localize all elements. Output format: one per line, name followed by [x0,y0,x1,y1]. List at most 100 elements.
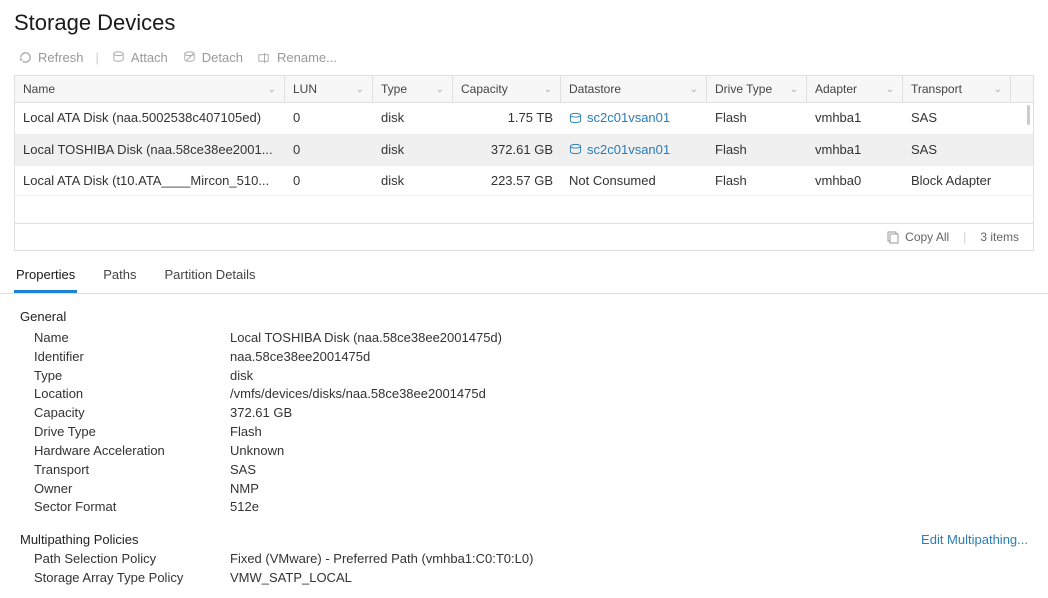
col-header-transport[interactable]: Transport⌄ [903,76,1011,102]
col-header-type[interactable]: Type⌄ [373,76,453,102]
cell-capacity: 223.57 GB [453,166,561,195]
datastore-icon [569,112,582,124]
cell-spacer [1011,135,1033,166]
label-transport: Transport [20,461,230,480]
table-row[interactable]: Local TOSHIBA Disk (naa.58ce38ee2001...0… [15,135,1033,167]
value-owner: NMP [230,480,259,499]
cell-datastore: sc2c01vsan01 [561,135,707,166]
cell-datastore: Not Consumed [561,166,707,195]
copy-icon [886,230,900,244]
col-header-adapter[interactable]: Adapter⌄ [807,76,903,102]
item-count: 3 items [980,230,1019,244]
cell-type: disk [373,103,453,134]
rename-icon [257,50,272,65]
separator: | [96,50,99,65]
tab-paths[interactable]: Paths [101,259,138,293]
table-footer: Copy All | 3 items [14,224,1034,251]
chevron-down-icon: ⌄ [356,84,364,95]
table-row[interactable]: Local ATA Disk (t10.ATA____Mircon_510...… [15,166,1033,196]
cell-lun: 0 [285,166,373,195]
detach-icon [182,50,197,65]
value-capacity: 372.61 GB [230,404,292,423]
cell-adapter: vmhba0 [807,166,903,195]
detach-button[interactable]: Detach [178,48,247,67]
value-hw-accel: Unknown [230,442,284,461]
value-location: /vmfs/devices/disks/naa.58ce38ee2001475d [230,385,486,404]
rename-label: Rename... [277,50,337,65]
cell-lun: 0 [285,103,373,134]
cell-datastore: sc2c01vsan01 [561,103,707,134]
value-psp: Fixed (VMware) - Preferred Path (vmhba1:… [230,550,533,569]
attach-icon [111,50,126,65]
value-drive-type: Flash [230,423,262,442]
multipathing-section-title: Multipathing Policies [20,531,139,550]
cell-drive-type: Flash [707,166,807,195]
chevron-down-icon: ⌄ [690,84,698,95]
cell-drive-type: Flash [707,103,807,134]
cell-type: disk [373,166,453,195]
general-section-title: General [20,308,1028,327]
datastore-label: sc2c01vsan01 [587,110,670,125]
cell-name: Local ATA Disk (naa.5002538c407105ed) [15,103,285,134]
label-type: Type [20,367,230,386]
cell-adapter: vmhba1 [807,135,903,166]
cell-capacity: 372.61 GB [453,135,561,166]
attach-label: Attach [131,50,168,65]
value-satp: VMW_SATP_LOCAL [230,569,352,588]
chevron-down-icon: ⌄ [790,84,798,95]
cell-capacity: 1.75 TB [453,103,561,134]
table-row[interactable]: Local ATA Disk (naa.5002538c407105ed)0di… [15,103,1033,135]
value-type: disk [230,367,253,386]
cell-transport: SAS [903,135,1011,166]
chevron-down-icon: ⌄ [544,84,552,95]
value-sector-format: 512e [230,498,259,517]
label-capacity: Capacity [20,404,230,423]
tab-properties[interactable]: Properties [14,259,77,293]
cell-lun: 0 [285,135,373,166]
chevron-down-icon: ⌄ [268,84,276,95]
refresh-button[interactable]: Refresh [14,48,88,67]
refresh-label: Refresh [38,50,84,65]
datastore-link[interactable]: sc2c01vsan01 [569,142,670,157]
separator: | [963,230,966,244]
label-sector-format: Sector Format [20,498,230,517]
toolbar: Refresh | Attach Detach Rename... [0,44,1048,75]
tab-partition-details[interactable]: Partition Details [163,259,258,293]
label-location: Location [20,385,230,404]
datastore-label: Not Consumed [569,173,656,188]
label-psp: Path Selection Policy [20,550,230,569]
copy-all-label: Copy All [905,230,949,244]
refresh-icon [18,50,33,65]
value-name: Local TOSHIBA Disk (naa.58ce38ee2001475d… [230,329,502,348]
chevron-down-icon: ⌄ [436,84,444,95]
col-header-datastore[interactable]: Datastore⌄ [561,76,707,102]
copy-all-button[interactable]: Copy All [886,230,949,244]
cell-name: Local ATA Disk (t10.ATA____Mircon_510... [15,166,285,195]
label-name: Name [20,329,230,348]
scrollbar[interactable] [1027,105,1030,125]
attach-button[interactable]: Attach [107,48,172,67]
cell-type: disk [373,135,453,166]
chevron-down-icon: ⌄ [994,84,1002,95]
label-satp: Storage Array Type Policy [20,569,230,588]
col-header-name[interactable]: Name⌄ [15,76,285,102]
cell-spacer [1011,166,1033,195]
cell-transport: SAS [903,103,1011,134]
table-body: Local ATA Disk (naa.5002538c407105ed)0di… [15,103,1033,223]
detail-tabs: Properties Paths Partition Details [0,259,1048,294]
datastore-label: sc2c01vsan01 [587,142,670,157]
edit-multipathing-link[interactable]: Edit Multipathing... [921,531,1028,550]
label-owner: Owner [20,480,230,499]
storage-devices-table: Name⌄ LUN⌄ Type⌄ Capacity⌄ Datastore⌄ Dr… [14,75,1034,224]
rename-button[interactable]: Rename... [253,48,341,67]
label-drive-type: Drive Type [20,423,230,442]
col-header-drive-type[interactable]: Drive Type⌄ [707,76,807,102]
datastore-link[interactable]: sc2c01vsan01 [569,110,670,125]
detach-label: Detach [202,50,243,65]
table-header: Name⌄ LUN⌄ Type⌄ Capacity⌄ Datastore⌄ Dr… [15,76,1033,103]
col-header-capacity[interactable]: Capacity⌄ [453,76,561,102]
col-header-lun[interactable]: LUN⌄ [285,76,373,102]
col-header-spacer [1011,76,1033,102]
cell-name: Local TOSHIBA Disk (naa.58ce38ee2001... [15,135,285,166]
properties-panel: General NameLocal TOSHIBA Disk (naa.58ce… [0,294,1048,598]
